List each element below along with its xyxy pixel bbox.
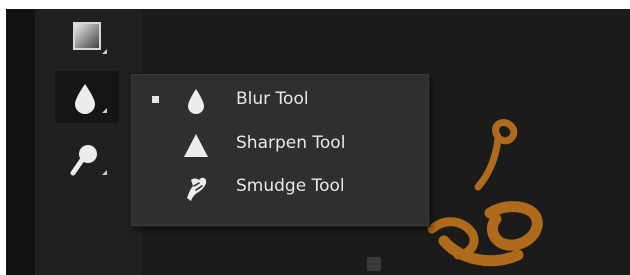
tools-panel — [35, 9, 142, 275]
menu-item-smudge-tool[interactable]: Smudge Tool — [132, 166, 428, 208]
screenshot-stage: Blur Tool Sharpen Tool Smudge Tool — [0, 0, 630, 275]
canvas-mark — [367, 257, 381, 271]
finger-icon — [187, 177, 207, 201]
submenu-indicator-icon — [102, 49, 107, 54]
dodge-icon — [70, 145, 97, 176]
menu-item-label: Blur Tool — [236, 89, 309, 109]
dodge-tool-button[interactable] — [55, 133, 119, 185]
blur-tool-button[interactable] — [55, 71, 119, 123]
submenu-indicator-icon — [102, 170, 107, 175]
gradient-tool-button[interactable] — [55, 12, 119, 64]
gradient-icon — [73, 22, 101, 50]
menu-item-sharpen-tool[interactable]: Sharpen Tool — [132, 123, 428, 165]
drop-icon — [188, 89, 204, 114]
active-bullet-icon — [152, 96, 159, 103]
tool-flyout-menu: Blur Tool Sharpen Tool Smudge Tool — [131, 74, 429, 226]
menu-item-blur-tool[interactable]: Blur Tool — [132, 79, 428, 121]
panel-edge — [6, 9, 35, 275]
triangle-icon — [184, 134, 208, 157]
menu-item-label: Sharpen Tool — [236, 133, 346, 153]
submenu-indicator-icon — [102, 108, 107, 113]
drop-icon — [75, 84, 95, 114]
photoshop-workspace: Blur Tool Sharpen Tool Smudge Tool — [6, 9, 630, 275]
menu-item-label: Smudge Tool — [236, 176, 345, 196]
